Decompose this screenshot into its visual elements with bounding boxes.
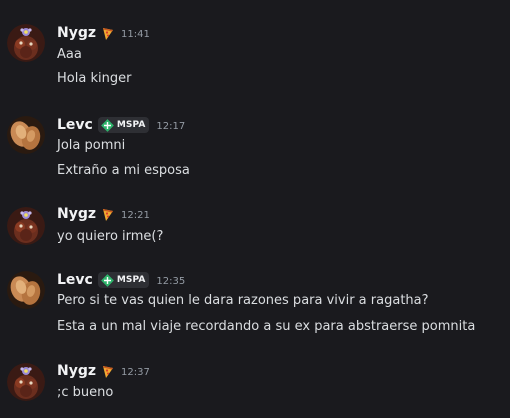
message-header: Nygz 12:21: [57, 204, 150, 224]
timestamp[interactable]: 12:21: [121, 208, 150, 221]
message-group: Nygz 12:37 ;c bueno: [0, 355, 510, 418]
message-text: Extraño a mi esposa: [57, 163, 190, 178]
message-group: Levc MSPA 12:17 Jola pomni Extraño a mi …: [0, 100, 510, 195]
clan-tag[interactable]: MSPA: [97, 272, 150, 288]
message-header: Nygz 12:37: [57, 361, 150, 381]
message-text: Jola pomni: [57, 138, 126, 153]
avatar-levc[interactable]: [7, 116, 45, 154]
message-text: ;c bueno: [57, 385, 114, 400]
message-header: Nygz 11:41: [57, 23, 150, 43]
avatar-nygz[interactable]: [7, 24, 45, 62]
username[interactable]: Nygz: [57, 363, 96, 379]
pizza-icon: [102, 364, 114, 378]
green-diamond-badge-icon: [100, 118, 114, 132]
pizza-icon: [102, 207, 114, 221]
message-group: Nygz 12:21 yo quiero irme(?: [0, 195, 510, 265]
username[interactable]: Nygz: [57, 25, 96, 41]
timestamp[interactable]: 11:41: [121, 27, 150, 40]
clan-tag[interactable]: MSPA: [97, 117, 150, 133]
message-text: Pero si te vas quien le dara razones par…: [57, 293, 429, 308]
message-text: Aaa: [57, 47, 82, 62]
clan-tag-label: MSPA: [116, 275, 146, 285]
message-text: yo quiero irme(?: [57, 229, 164, 244]
username[interactable]: Levc: [57, 272, 93, 288]
clan-tag-label: MSPA: [116, 120, 146, 130]
timestamp[interactable]: 12:37: [121, 365, 150, 378]
chat-message-list: Nygz 11:41 Aaa Hola kinger Levc MSPA 12:…: [0, 0, 510, 418]
pizza-icon: [102, 26, 114, 40]
username[interactable]: Levc: [57, 117, 93, 133]
green-diamond-badge-icon: [100, 273, 114, 287]
message-group: Levc MSPA 12:35 Pero si te vas quien le …: [0, 265, 510, 355]
message-text: Hola kinger: [57, 71, 132, 86]
message-header: Levc MSPA 12:35: [57, 270, 185, 290]
timestamp[interactable]: 12:35: [156, 274, 185, 287]
username[interactable]: Nygz: [57, 206, 96, 222]
message-text: Esta a un mal viaje recordando a su ex p…: [57, 319, 476, 334]
avatar-nygz[interactable]: [7, 363, 45, 401]
avatar-nygz[interactable]: [7, 207, 45, 245]
message-header: Levc MSPA 12:17: [57, 115, 185, 135]
avatar-levc[interactable]: [7, 271, 45, 309]
timestamp[interactable]: 12:17: [156, 119, 185, 132]
message-group: Nygz 11:41 Aaa Hola kinger: [0, 0, 510, 100]
